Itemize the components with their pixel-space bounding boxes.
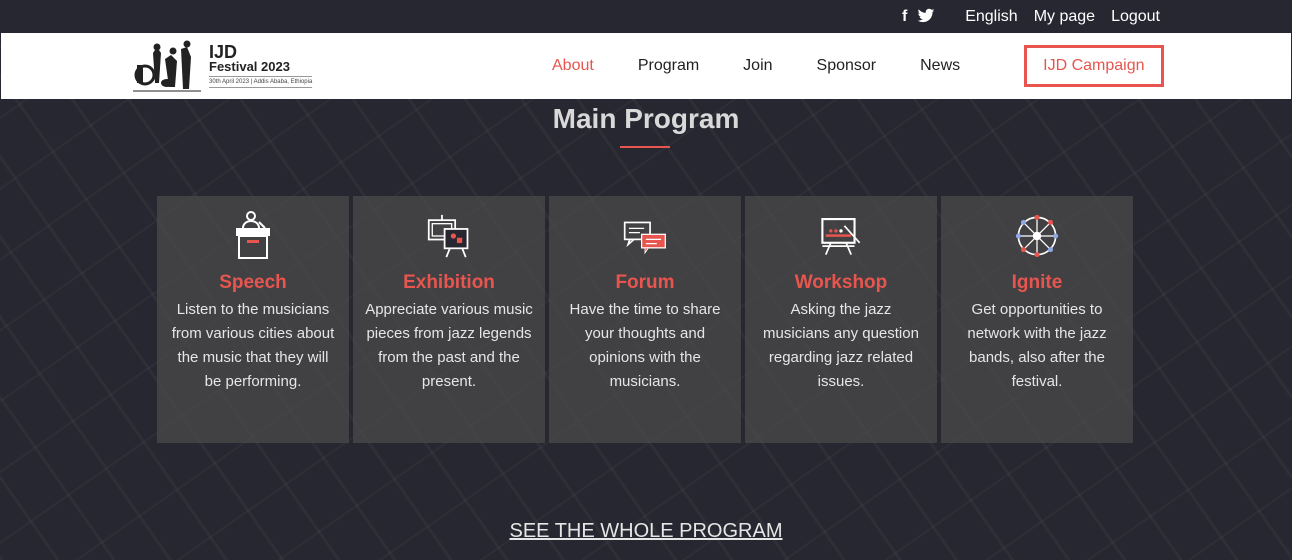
card-description: Asking the jazz musicians any question r…	[763, 301, 919, 390]
see-whole-program-link[interactable]: SEE THE WHOLE PROGRAM	[509, 520, 782, 542]
logo-subtitle: Festival 2023	[209, 59, 290, 74]
facebook-icon[interactable]: f	[902, 8, 907, 29]
main-navbar: IJD Festival 2023 30th April 2023 | Addi…	[1, 33, 1291, 99]
program-card-ignite: Ignite Get opportunities to network with…	[941, 196, 1133, 443]
card-title: Forum	[615, 272, 675, 293]
easel-gallery-icon	[427, 214, 469, 258]
program-cards: Speech Listen to the musicians from vari…	[157, 196, 1133, 443]
card-description: Appreciate various music pieces from jaz…	[365, 301, 533, 390]
title-underline	[620, 146, 670, 148]
chat-bubbles-icon	[623, 221, 666, 255]
top-bar: f English My page Logout	[0, 0, 1292, 33]
nav-join[interactable]: Join	[743, 57, 772, 75]
logout-link[interactable]: Logout	[1111, 8, 1160, 26]
account-links: English My page Logout	[965, 8, 1160, 26]
card-title: Workshop	[794, 272, 888, 293]
site-logo[interactable]: IJD Festival 2023 30th April 2023 | Addi…	[131, 39, 331, 95]
nav-about[interactable]: About	[552, 57, 594, 75]
program-card-exhibition: Exhibition Appreciate various music piec…	[353, 196, 545, 443]
nav-sponsor[interactable]: Sponsor	[817, 57, 877, 75]
see-all-container: SEE THE WHOLE PROGRAM	[0, 520, 1292, 543]
podium-icon	[236, 211, 270, 259]
nav-news[interactable]: News	[920, 57, 960, 75]
network-icon	[1015, 214, 1059, 258]
nav-program[interactable]: Program	[638, 57, 699, 75]
program-card-speech: Speech Listen to the musicians from vari…	[157, 196, 349, 443]
twitter-icon[interactable]	[917, 8, 935, 29]
card-title: Exhibition	[403, 272, 495, 293]
my-page-link[interactable]: My page	[1034, 8, 1095, 26]
social-links: f	[902, 8, 935, 29]
language-link[interactable]: English	[965, 8, 1017, 26]
card-description: Listen to the musicians from various cit…	[171, 301, 335, 390]
section-title: Main Program	[552, 103, 740, 134]
program-card-workshop: Workshop Asking the jazz musicians any q…	[745, 196, 937, 443]
card-description: Get opportunities to network with the ja…	[967, 301, 1107, 390]
card-description: Have the time to share your thoughts and…	[569, 301, 721, 390]
card-title: Ignite	[1011, 272, 1063, 293]
campaign-button[interactable]: IJD Campaign	[1024, 45, 1164, 87]
logo-date: 30th April 2023 | Addis Ababa, Ethiopia	[209, 76, 313, 88]
card-title: Speech	[219, 272, 287, 293]
jazz-band-logo-icon	[133, 40, 201, 92]
program-card-forum: Forum Have the time to share your though…	[549, 196, 741, 443]
primary-nav: About Program Join Sponsor News IJD Camp…	[552, 33, 1164, 99]
whiteboard-icon	[821, 218, 861, 255]
